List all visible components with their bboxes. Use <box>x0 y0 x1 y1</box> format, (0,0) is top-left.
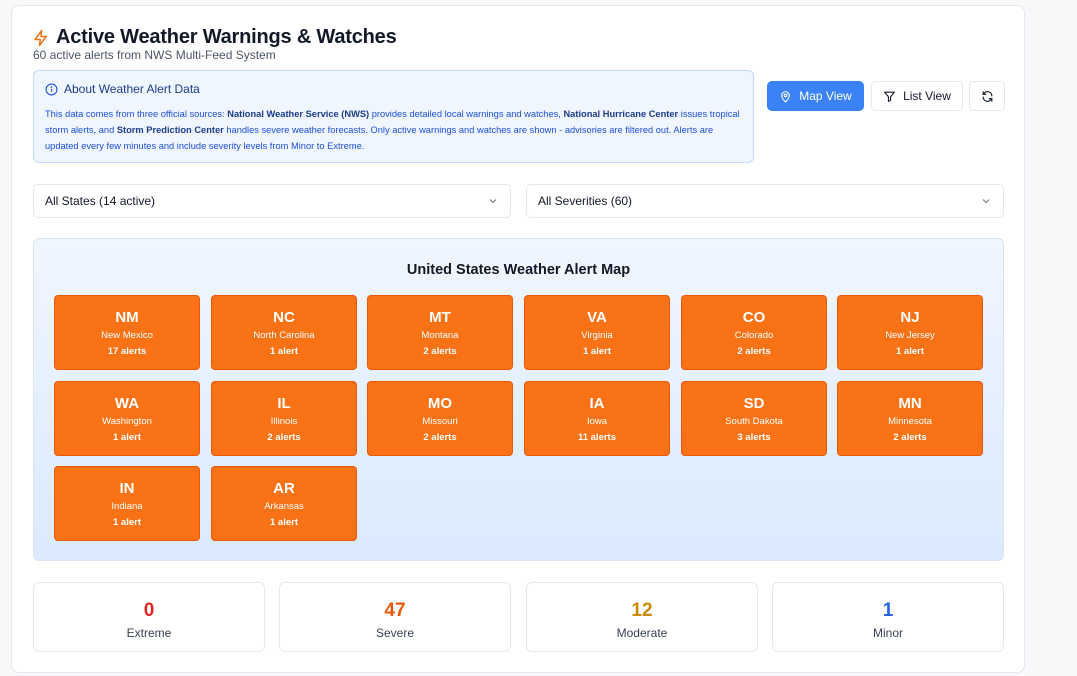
state-abbr: MO <box>427 395 453 412</box>
state-name: Indiana <box>111 501 143 512</box>
map-view-label: Map View <box>799 89 852 103</box>
page-subtitle: 60 active alerts from NWS Multi-Feed Sys… <box>33 48 276 62</box>
state-alert-count: 17 alerts <box>107 346 147 357</box>
state-tile[interactable]: WA Washington 1 alert <box>54 381 200 456</box>
state-abbr: NM <box>115 309 139 326</box>
info-icon <box>45 83 58 95</box>
state-name: Minnesota <box>888 416 932 427</box>
state-abbr: NJ <box>900 309 920 326</box>
state-abbr: MN <box>898 395 922 412</box>
stat-label: Moderate <box>616 626 668 640</box>
list-view-label: List View <box>903 89 951 103</box>
header: Active Weather Warnings & Watches <box>32 26 397 49</box>
stat-severe: 47 Severe <box>279 582 511 652</box>
info-text-part: provides detailed local warnings and wat… <box>369 109 564 119</box>
state-tile[interactable]: MO Missouri 2 alerts <box>367 381 513 456</box>
state-tile[interactable]: VA Virginia 1 alert <box>524 295 670 370</box>
stat-label: Minor <box>872 626 903 640</box>
state-name: New Jersey <box>885 330 935 341</box>
state-name: Illinois <box>270 416 298 427</box>
state-alert-count: 1 alert <box>270 517 298 528</box>
info-source-nhc: National Hurricane Center <box>563 109 679 119</box>
state-filter-value: All States (14 active) <box>45 194 156 208</box>
state-name: North Carolina <box>253 330 315 341</box>
state-name: Iowa <box>586 416 608 427</box>
state-abbr: IN <box>119 480 135 497</box>
list-view-button[interactable]: List View <box>871 81 963 111</box>
state-name: Virginia <box>581 330 613 341</box>
state-alert-count: 11 alerts <box>577 432 617 443</box>
state-alert-count: 1 alert <box>113 432 141 443</box>
lightning-icon <box>34 29 47 46</box>
state-alert-count: 2 alerts <box>423 346 457 357</box>
state-abbr: VA <box>587 309 607 326</box>
state-tile[interactable]: CO Colorado 2 alerts <box>681 295 827 370</box>
stat-label: Severe <box>375 626 415 640</box>
info-source-spc: Storm Prediction Center <box>116 125 224 135</box>
info-text-part: This data comes from three official sour… <box>45 109 228 119</box>
state-abbr: NC <box>273 309 295 326</box>
state-tile[interactable]: NJ New Jersey 1 alert <box>837 295 983 370</box>
state-filter-select[interactable]: All States (14 active) <box>33 184 511 218</box>
state-name: Missouri <box>422 416 458 427</box>
state-alert-count: 3 alerts <box>737 432 771 443</box>
refresh-icon <box>982 90 992 102</box>
state-abbr: SD <box>743 395 765 412</box>
state-tile[interactable]: MN Minnesota 2 alerts <box>837 381 983 456</box>
state-tile[interactable]: IL Illinois 2 alerts <box>211 381 357 456</box>
stat-minor: 1 Minor <box>772 582 1004 652</box>
state-name: South Dakota <box>725 416 783 427</box>
info-text: This data comes from three official sour… <box>45 106 742 154</box>
state-name: Montana <box>421 330 459 341</box>
filter-icon <box>884 91 896 102</box>
stat-value: 1 <box>882 600 894 621</box>
state-tile[interactable]: IA Iowa 11 alerts <box>524 381 670 456</box>
state-alert-count: 1 alert <box>113 517 141 528</box>
state-abbr: AR <box>273 480 295 497</box>
state-abbr: CO <box>742 309 766 326</box>
state-tile[interactable]: AR Arkansas 1 alert <box>211 466 357 541</box>
severity-filter-value: All Severities (60) <box>538 194 633 208</box>
weather-alerts-card: Active Weather Warnings & Watches 60 act… <box>11 5 1025 673</box>
info-box: About Weather Alert Data This data comes… <box>33 70 754 163</box>
alert-map: United States Weather Alert Map NM New Me… <box>33 238 1004 561</box>
refresh-button[interactable] <box>969 81 1005 111</box>
state-alert-count: 1 alert <box>896 346 924 357</box>
map-pin-icon <box>781 90 791 103</box>
info-heading: About Weather Alert Data <box>64 82 200 96</box>
stat-label: Extreme <box>126 626 172 640</box>
state-name: New Mexico <box>101 330 153 341</box>
map-title: United States Weather Alert Map <box>406 262 631 278</box>
state-alert-count: 2 alerts <box>423 432 457 443</box>
page-title: Active Weather Warnings & Watches <box>56 26 397 48</box>
state-abbr: IA <box>589 395 605 412</box>
chevron-down-icon <box>489 199 497 204</box>
state-alert-count: 1 alert <box>270 346 298 357</box>
state-name: Arkansas <box>264 501 304 512</box>
state-tile[interactable]: NM New Mexico 17 alerts <box>54 295 200 370</box>
stat-value: 12 <box>631 600 653 621</box>
state-name: Colorado <box>734 330 774 341</box>
info-heading-row: About Weather Alert Data <box>45 82 742 96</box>
severity-filter-select[interactable]: All Severities (60) <box>526 184 1004 218</box>
stat-value: 47 <box>384 600 406 621</box>
state-alert-count: 1 alert <box>583 346 611 357</box>
info-source-nws: National Weather Service (NWS) <box>227 109 370 119</box>
state-abbr: WA <box>114 395 140 412</box>
map-view-button[interactable]: Map View <box>767 81 864 111</box>
state-tile[interactable]: SD South Dakota 3 alerts <box>681 381 827 456</box>
stat-value: 0 <box>143 600 155 621</box>
state-alert-count: 2 alerts <box>737 346 771 357</box>
state-abbr: IL <box>277 395 291 412</box>
stat-moderate: 12 Moderate <box>526 582 758 652</box>
state-tile[interactable]: MT Montana 2 alerts <box>367 295 513 370</box>
chevron-down-icon <box>982 199 990 204</box>
state-tile[interactable]: IN Indiana 1 alert <box>54 466 200 541</box>
state-tile[interactable]: NC North Carolina 1 alert <box>211 295 357 370</box>
state-alert-count: 2 alerts <box>267 432 301 443</box>
state-alert-count: 2 alerts <box>893 432 927 443</box>
state-abbr: MT <box>429 309 451 326</box>
state-name: Washington <box>102 416 152 427</box>
stat-extreme: 0 Extreme <box>33 582 265 652</box>
